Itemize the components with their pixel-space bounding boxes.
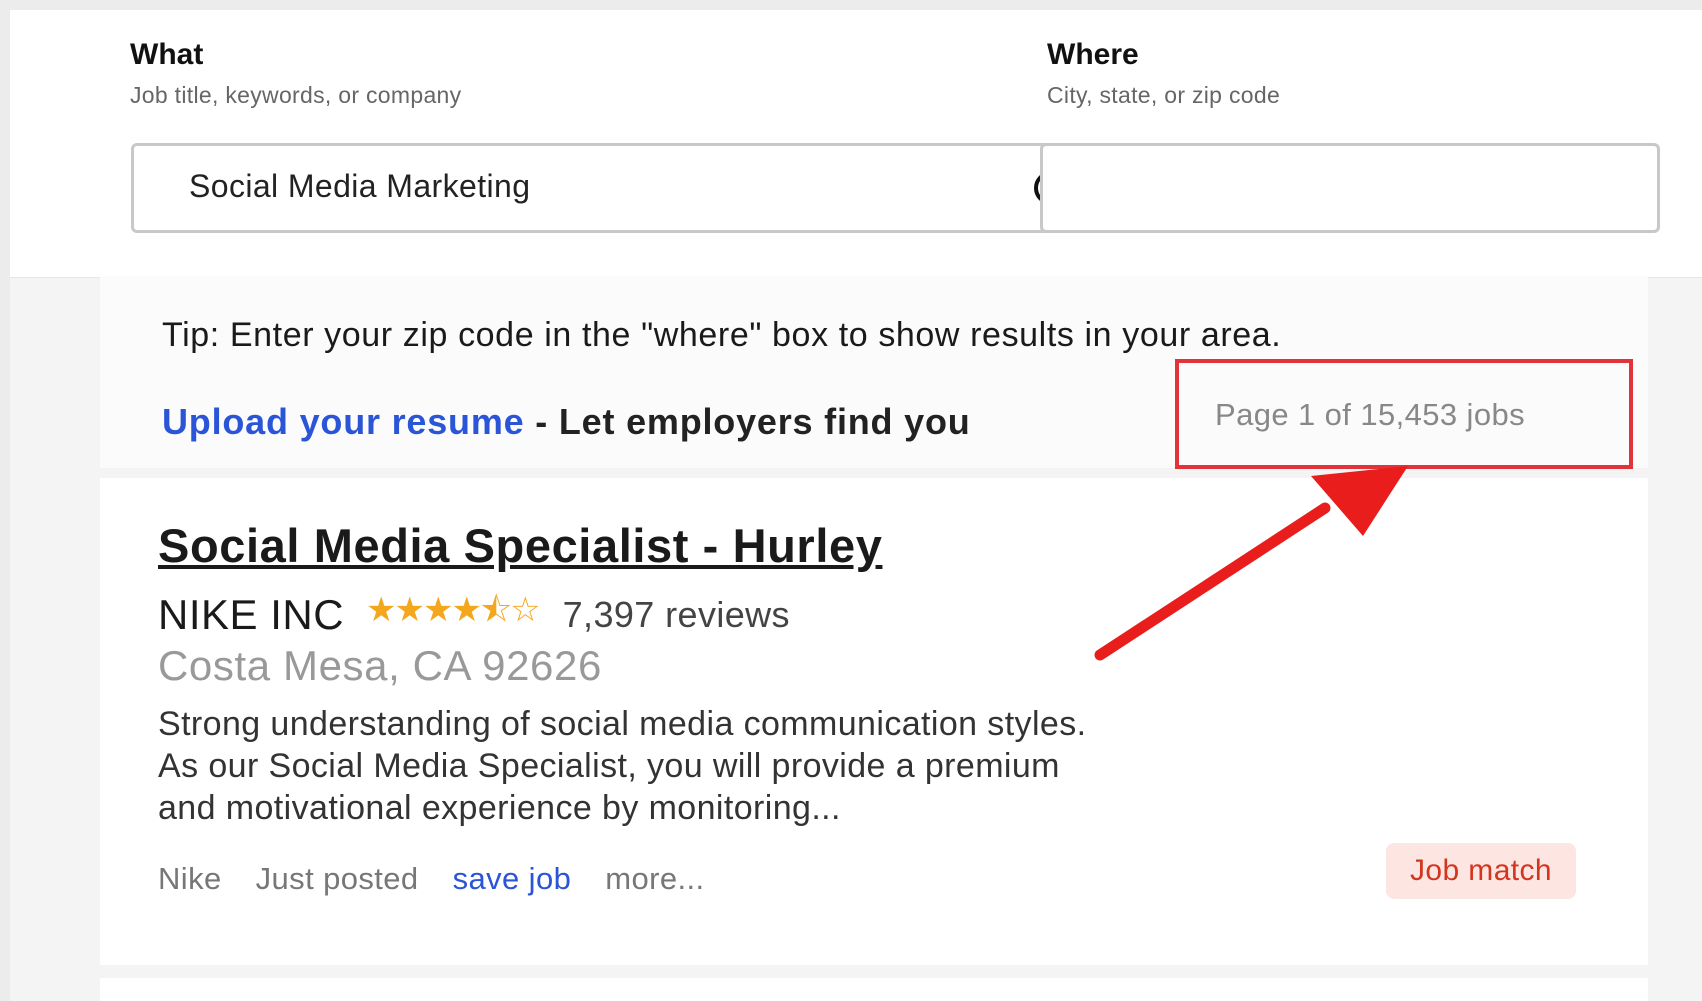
what-search-input[interactable]: Social Media Marketing <box>131 143 1111 233</box>
snippet-line: and motivational experience by monitorin… <box>158 789 841 827</box>
rating-stars-icon[interactable]: ★★★★⯪☆ <box>366 586 541 643</box>
where-search-input[interactable] <box>1040 143 1660 233</box>
job-source: Nike <box>158 861 222 896</box>
save-job-link[interactable]: save job <box>453 861 572 897</box>
review-count-link[interactable]: 7,397 reviews <box>563 594 790 636</box>
job-card[interactable]: Social Media Specialist - Hurley NIKE IN… <box>100 478 1648 965</box>
job-footer: Nike Just posted save job more... <box>158 861 739 897</box>
what-hint: Job title, keywords, or company <box>130 82 462 108</box>
job-location: Costa Mesa, CA 92626 <box>158 642 602 689</box>
job-title-link[interactable]: Social Media Specialist - Hurley <box>158 518 882 573</box>
where-label: Where <box>1047 38 1139 71</box>
search-bar: What Job title, keywords, or company Soc… <box>10 10 1702 278</box>
job-count: Page 1 of 15,453 jobs <box>1215 397 1526 432</box>
upload-resume-suffix: - Let employers find you <box>524 401 971 442</box>
tip-card: Tip: Enter your zip code in the "where" … <box>100 276 1648 469</box>
page: What Job title, keywords, or company Soc… <box>10 10 1702 1001</box>
upload-resume-line: Upload your resume - Let employers find … <box>162 401 971 443</box>
snippet-line: Strong understanding of social media com… <box>158 705 1087 743</box>
results-panel: Tip: Enter your zip code in the "where" … <box>100 276 1648 1001</box>
snippet-line: As our Social Media Specialist, you will… <box>158 747 1060 785</box>
job-snippet: Strong understanding of social media com… <box>158 703 1086 829</box>
what-input-value[interactable]: Social Media Marketing <box>189 168 530 205</box>
company-line: NIKE INC ★★★★⯪☆ 7,397 reviews <box>158 586 790 643</box>
where-hint: City, state, or zip code <box>1047 82 1281 108</box>
next-job-card <box>100 978 1648 1001</box>
job-count-highlight: Page 1 of 15,453 jobs <box>1175 359 1633 469</box>
what-label: What <box>130 38 204 71</box>
posted-date: Just posted <box>255 861 419 896</box>
upload-resume-link[interactable]: Upload your resume <box>162 401 524 442</box>
tip-text: Tip: Enter your zip code in the "where" … <box>162 316 1282 354</box>
job-match-badge[interactable]: Job match <box>1386 843 1576 899</box>
more-link[interactable]: more... <box>605 861 704 897</box>
company-name[interactable]: NIKE INC <box>158 591 344 639</box>
